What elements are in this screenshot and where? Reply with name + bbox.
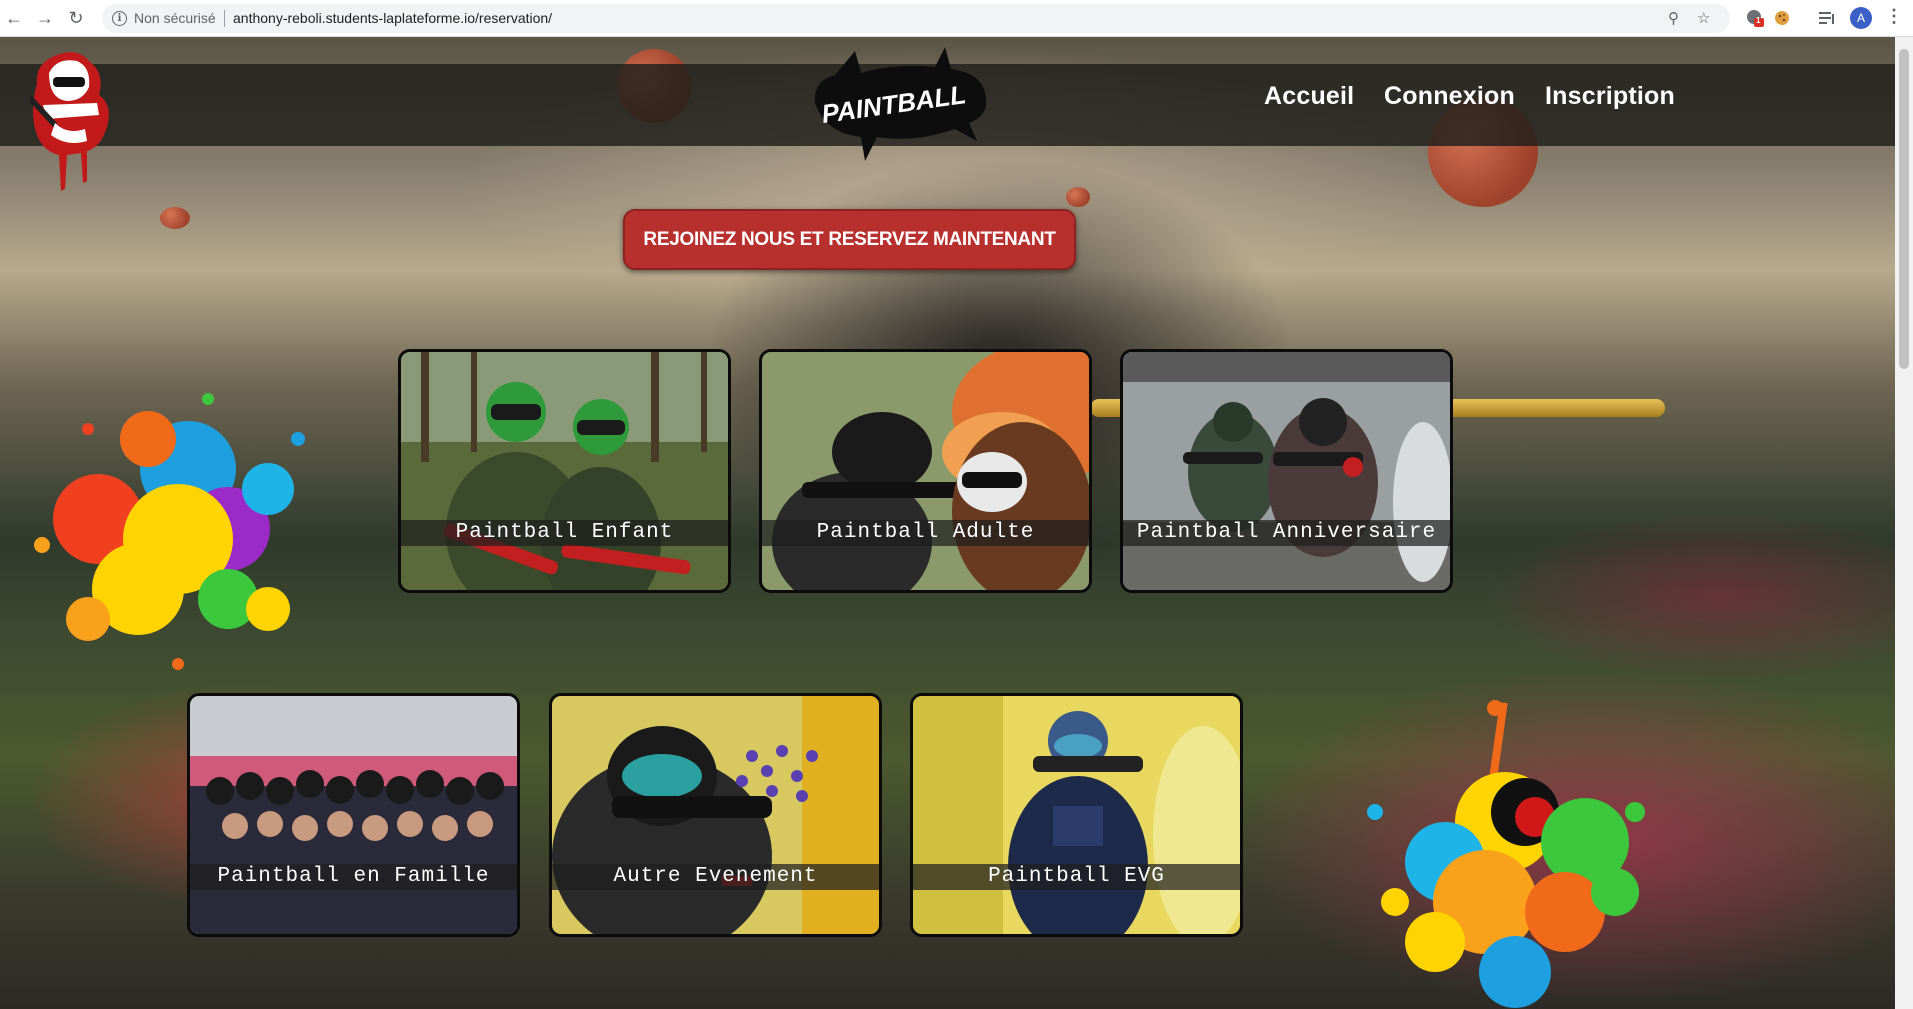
- card-photo-autre-evenement: [552, 696, 879, 934]
- browser-toolbar: ← → ↻ i Non sécurisé anthony-reboli.stud…: [0, 0, 1913, 37]
- card-label: Paintball Adulte: [762, 520, 1089, 546]
- offer-card-evg[interactable]: Paintball EVG: [910, 693, 1243, 937]
- offer-card-famille[interactable]: Paintball en Famille: [187, 693, 520, 937]
- card-label: Paintball en Famille: [190, 864, 517, 890]
- nav-accueil[interactable]: Accueil: [1264, 82, 1354, 111]
- reload-icon[interactable]: ↻: [64, 6, 88, 30]
- card-photo-famille: [190, 696, 517, 934]
- paintball-player-logo[interactable]: [27, 43, 117, 193]
- info-icon[interactable]: i: [112, 11, 127, 26]
- paint-splatter-right: [1367, 700, 1645, 1008]
- extension-icon[interactable]: 1: [1745, 8, 1765, 28]
- background-paintball: [1066, 187, 1090, 207]
- zoom-icon[interactable]: ⚲: [1668, 9, 1679, 27]
- card-photo-evg: [913, 696, 1240, 934]
- url-text[interactable]: anthony-reboli.students-laplateforme.io/…: [233, 10, 552, 26]
- paint-splatter-left: [34, 393, 305, 670]
- card-photo-anniversaire: [1123, 352, 1450, 590]
- paintball-brand-logo[interactable]: PAINTBALL: [795, 41, 995, 171]
- media-control-icon[interactable]: [1817, 8, 1837, 28]
- card-label: Paintball Enfant: [401, 520, 728, 546]
- profile-avatar[interactable]: A: [1850, 7, 1872, 29]
- offer-card-enfant[interactable]: Paintball Enfant: [398, 349, 731, 593]
- offer-card-adulte[interactable]: Paintball Adulte: [759, 349, 1092, 593]
- offer-card-anniversaire[interactable]: Paintball Anniversaire: [1120, 349, 1453, 593]
- address-bar[interactable]: i Non sécurisé anthony-reboli.students-l…: [102, 4, 1730, 33]
- bookmark-star-icon[interactable]: ☆: [1697, 9, 1710, 27]
- security-label[interactable]: Non sécurisé: [134, 10, 216, 26]
- page-scrollbar[interactable]: [1895, 37, 1913, 1009]
- nav-connexion[interactable]: Connexion: [1384, 82, 1515, 111]
- nav-inscription[interactable]: Inscription: [1545, 82, 1675, 111]
- forward-icon[interactable]: →: [33, 6, 57, 30]
- page-background: Accueil Connexion Inscription PAINTBALL …: [0, 37, 1895, 1009]
- card-photo-enfant: [401, 352, 728, 590]
- card-label: Autre Evenement: [552, 864, 879, 890]
- card-label: Paintball EVG: [913, 864, 1240, 890]
- offer-card-autre-evenement[interactable]: Autre Evenement: [549, 693, 882, 937]
- background-paintball: [160, 207, 190, 229]
- card-photo-adulte: [762, 352, 1089, 590]
- extension-badge: 1: [1756, 16, 1761, 25]
- back-icon[interactable]: ←: [2, 6, 26, 30]
- card-label: Paintball Anniversaire: [1123, 520, 1450, 546]
- scrollbar-thumb[interactable]: [1899, 49, 1909, 369]
- cookie-extension-icon[interactable]: [1772, 8, 1792, 28]
- browser-menu-icon[interactable]: ⋮: [1885, 6, 1903, 27]
- url-divider: [224, 10, 225, 27]
- reserve-cta-button[interactable]: REJOINEZ NOUS ET RESERVEZ MAINTENANT: [623, 209, 1076, 270]
